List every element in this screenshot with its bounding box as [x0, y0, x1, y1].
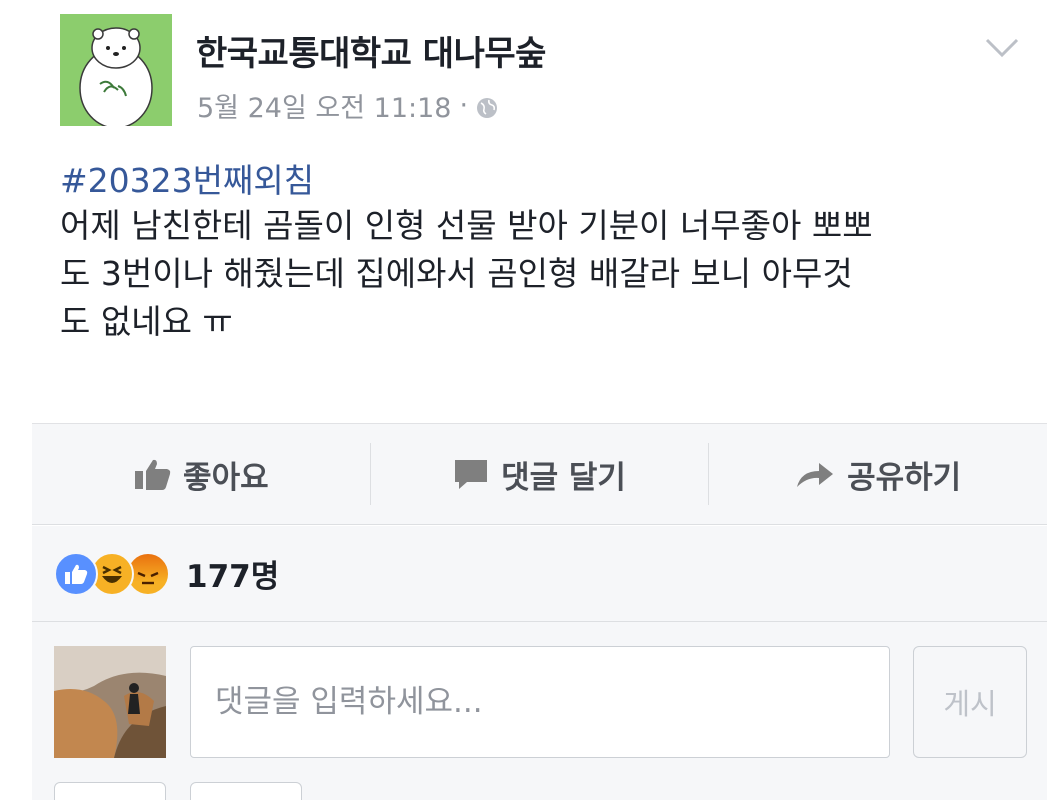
chevron-down-icon[interactable]: [984, 36, 1020, 60]
post-body: #20323번째외침 어제 남친한테 곰돌이 인형 선물 받아 기분이 너무좋아…: [60, 160, 1030, 346]
commenter-avatar: [54, 646, 166, 758]
comment-label: 댓글 달기: [501, 459, 626, 496]
meta-separator: ·: [459, 90, 469, 121]
share-arrow-icon: [797, 463, 834, 487]
share-button[interactable]: 공유하기: [709, 424, 1047, 524]
post-text: 어제 남친한테 곰돌이 인형 선물 받아 기분이 너무좋아 뽀뽀 도 3번이나 …: [60, 206, 873, 341]
globe-icon: [476, 95, 498, 118]
like-label: 좋아요: [183, 459, 269, 496]
action-bar: 좋아요 댓글 달기 공유하기: [32, 423, 1047, 525]
post-header: 한국교통대학교 대나무숲 5월 24일 오전 11:18 ·: [60, 14, 1020, 129]
composer-attachment-button[interactable]: [54, 782, 166, 800]
like-reaction-icon: [54, 551, 98, 596]
page-avatar[interactable]: [60, 14, 172, 126]
comment-bubble-icon: [455, 460, 488, 489]
composer-sticker-button[interactable]: [190, 782, 302, 800]
hashtag-link[interactable]: #20323번째외침: [60, 160, 1030, 202]
reactions-summary[interactable]: 177명: [32, 526, 1047, 622]
reaction-count[interactable]: 177명: [186, 551, 279, 596]
comment-composer: 게시: [32, 622, 1047, 800]
comment-button[interactable]: 댓글 달기: [371, 424, 709, 524]
post-comment-button[interactable]: 게시: [913, 646, 1027, 758]
share-label: 공유하기: [847, 459, 962, 496]
like-button[interactable]: 좋아요: [32, 424, 370, 524]
bear-logo-icon: [60, 14, 172, 126]
comment-input[interactable]: [190, 646, 890, 758]
post-timestamp[interactable]: 5월 24일 오전 11:18: [197, 86, 451, 125]
thumbs-up-icon: [135, 459, 171, 490]
post-meta: 5월 24일 오전 11:18 ·: [197, 86, 498, 125]
page-name[interactable]: 한국교통대학교 대나무숲: [196, 26, 546, 75]
